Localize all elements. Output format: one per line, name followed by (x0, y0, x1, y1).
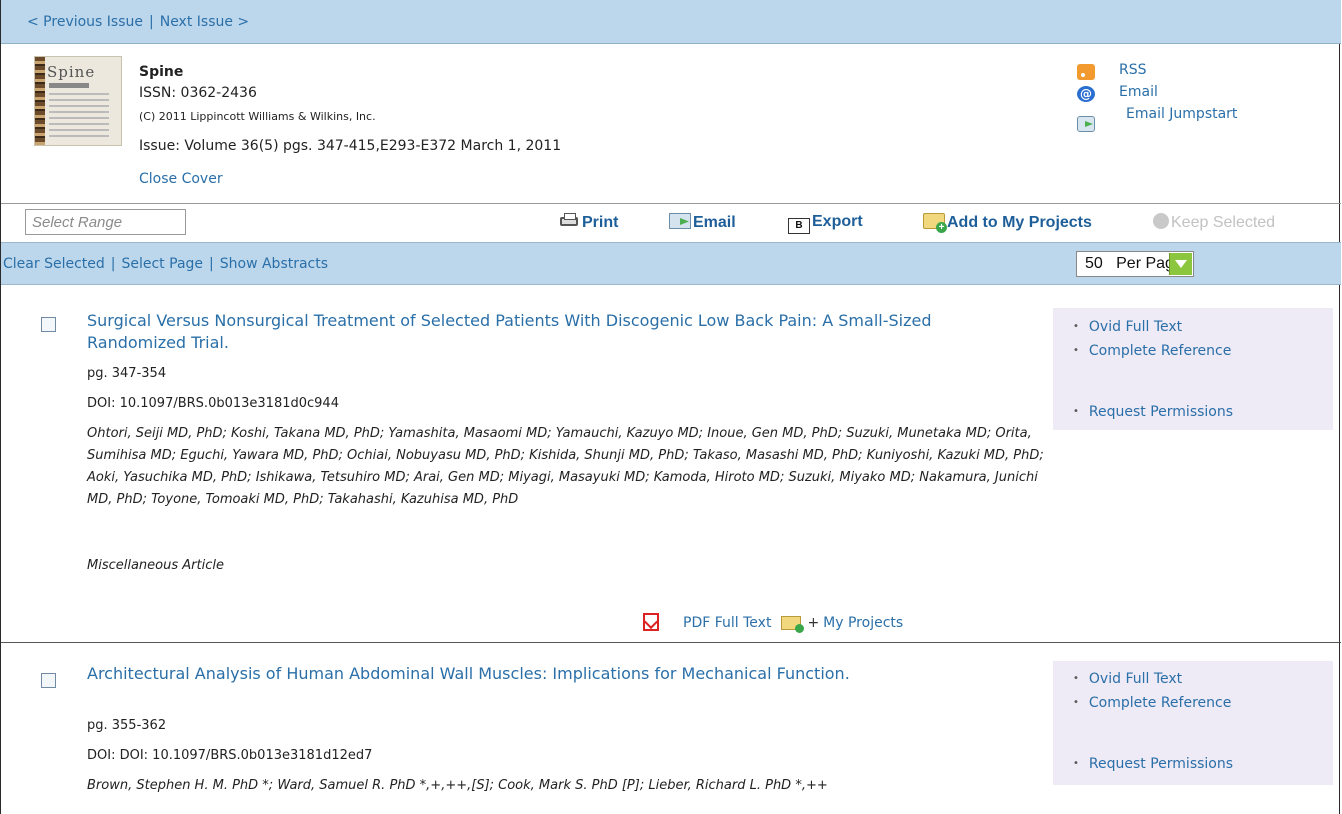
email-label: Email (693, 214, 736, 231)
folder-add-icon (923, 213, 947, 233)
bullet: • (1073, 697, 1079, 708)
cover-bar (49, 83, 89, 88)
complete-reference-link[interactable]: • Complete Reference (1073, 695, 1231, 711)
close-cover-link[interactable]: Close Cover (139, 171, 223, 187)
complete-reference-label: Complete Reference (1088, 343, 1232, 359)
sel-separator-2: | (209, 256, 214, 272)
request-permissions-label: Request Permissions (1088, 404, 1234, 420)
email-icon (669, 213, 691, 229)
next-issue-link[interactable]: Next Issue > (160, 14, 249, 30)
journal-name: Spine (139, 64, 184, 80)
request-permissions-link[interactable]: • Request Permissions (1073, 404, 1233, 420)
email-button[interactable]: Email (669, 213, 736, 232)
bullet: • (1073, 673, 1079, 684)
bullet: • (1073, 345, 1079, 356)
journal-issn: ISSN: 0362-2436 (139, 85, 257, 101)
email-jumpstart-label: Email Jumpstart (1126, 106, 1238, 122)
article-doi: DOI: DOI: 10.1097/BRS.0b013e3181d12ed7 (87, 748, 373, 763)
select-page-link[interactable]: Select Page (121, 256, 203, 272)
journal-header: Spine Spine ISSN: 0362-2436 (C) 2011 Lip… (1, 44, 1341, 204)
ovid-full-text-link[interactable]: • Ovid Full Text (1073, 671, 1182, 687)
rss-icon (1077, 64, 1095, 80)
keep-selected-label: Keep Selected (1171, 214, 1276, 231)
article-pages: pg. 355-362 (87, 718, 167, 733)
request-permissions-label: Request Permissions (1088, 756, 1234, 772)
at-sign-icon: @ (1077, 86, 1095, 102)
article-record: Architectural Analysis of Human Abdomina… (1, 643, 1341, 814)
export-icon: B (788, 218, 810, 234)
sel-separator-1: | (110, 256, 116, 272)
add-to-my-projects-button[interactable]: Add to My Projects (923, 213, 1092, 233)
pdf-full-text-label: PDF Full Text (683, 615, 772, 631)
bullet: • (1073, 321, 1079, 332)
export-button[interactable]: B Export (788, 213, 863, 234)
selection-bar: Clear Selected | Select Page | Show Abstract… (1, 242, 1341, 285)
pdf-icon (641, 612, 661, 632)
ovid-full-text-label: Ovid Full Text (1088, 671, 1183, 687)
article-checkbox[interactable] (41, 673, 56, 688)
per-page-select[interactable]: 50 Per Page (1076, 251, 1194, 277)
printer-icon (558, 213, 580, 229)
article-pages: pg. 347-354 (87, 366, 167, 381)
issue-info: Issue: Volume 36(5) pgs. 347-415,E293-E3… (139, 138, 562, 154)
plus-sign: + (807, 615, 820, 631)
ovid-full-text-link[interactable]: • Ovid Full Text (1073, 319, 1182, 335)
cover-title: Spine (47, 63, 96, 81)
article-checkbox[interactable] (41, 317, 56, 332)
complete-reference-label: Complete Reference (1088, 695, 1232, 711)
email-jumpstart-icon (1077, 116, 1095, 132)
article-links-panel: • Ovid Full Text • Complete Reference • Req… (1053, 308, 1333, 430)
article-authors: Ohtori, Seiji MD, PhD; Koshi, Takana MD,… (87, 426, 1044, 507)
journal-copyright: (C) 2011 Lippincott Williams & Wilkins, … (139, 110, 376, 123)
add-projects-label: Add to My Projects (947, 214, 1092, 231)
issue-nav: < Previous Issue | Next Issue > (27, 14, 249, 30)
print-label: Print (582, 214, 619, 231)
page-frame: < Previous Issue | Next Issue > Spine Spin… (0, 0, 1341, 814)
journal-cover-image[interactable]: Spine (34, 56, 122, 146)
article-title-link[interactable]: Surgical Versus Nonsurgical Treatment of… (87, 310, 1007, 354)
article-type: Miscellaneous Article (87, 558, 224, 573)
email-alert-label: Email (1119, 84, 1158, 100)
issue-nav-bar: < Previous Issue | Next Issue > (1, 0, 1341, 44)
ovid-full-text-label: Ovid Full Text (1088, 319, 1183, 335)
print-button[interactable]: Print (558, 213, 618, 232)
cover-spine-stripe (35, 57, 45, 145)
article-title-link[interactable]: Architectural Analysis of Human Abdomina… (87, 663, 1007, 685)
article-links-panel: • Ovid Full Text • Complete Reference • Req… (1053, 661, 1333, 785)
article-authors: Brown, Stephen H. M. PhD *; Ward, Samuel… (87, 778, 828, 793)
results-toolbar: Select Range Print Email BExport Add to … (1, 205, 1341, 240)
article-record: Surgical Versus Nonsurgical Treatment of… (1, 286, 1341, 643)
bullet: • (1073, 758, 1079, 769)
my-projects-icon (781, 616, 805, 633)
rss-label: RSS (1119, 62, 1147, 78)
article-doi: DOI: 10.1097/BRS.0b013e3181d0c944 (87, 396, 339, 411)
complete-reference-link[interactable]: • Complete Reference (1073, 343, 1231, 359)
article-bottom-links: PDF Full Text + My Projects (641, 612, 903, 633)
request-permissions-link[interactable]: • Request Permissions (1073, 756, 1233, 772)
pdf-full-text-link[interactable]: PDF Full Text (641, 612, 772, 632)
export-label: Export (812, 213, 863, 230)
nav-separator: | (149, 14, 154, 30)
chevron-down-icon[interactable] (1169, 253, 1192, 275)
keep-selected-icon (1153, 213, 1169, 229)
keep-selected-button[interactable]: Keep Selected (1153, 213, 1275, 232)
cover-text-lines (49, 93, 109, 141)
previous-issue-link[interactable]: < Previous Issue (27, 14, 143, 30)
clear-selected-link[interactable]: Clear Selected (3, 256, 105, 272)
my-projects-link[interactable]: My Projects (823, 615, 903, 631)
bullet: • (1073, 406, 1079, 417)
selection-links: Clear Selected | Select Page | Show Abstract… (3, 256, 328, 272)
select-range-input[interactable]: Select Range (25, 209, 186, 235)
show-abstracts-link[interactable]: Show Abstracts (220, 256, 328, 272)
